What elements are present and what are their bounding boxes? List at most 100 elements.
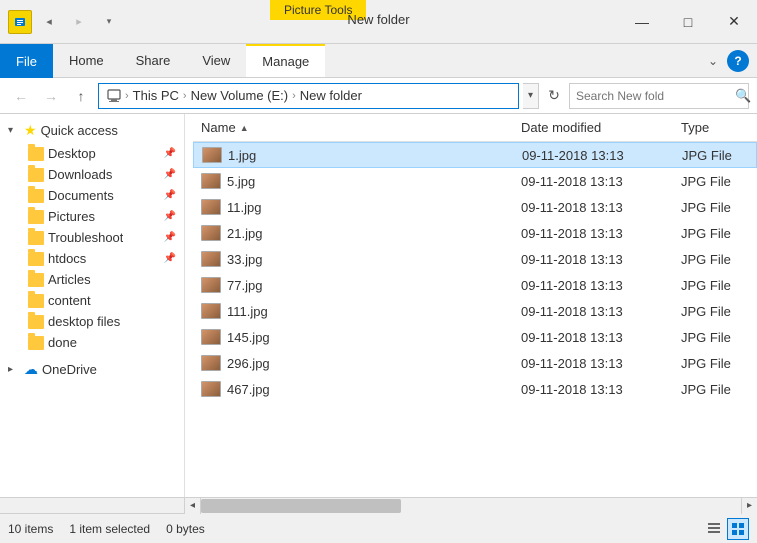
sidebar-item-content[interactable]: content — [0, 290, 184, 311]
hscroll-track[interactable] — [201, 498, 741, 514]
sidebar-item-done[interactable]: done — [0, 332, 184, 353]
details-view-button[interactable] — [703, 518, 725, 540]
table-row[interactable]: 467.jpg 09-11-2018 13:13 JPG File — [193, 376, 757, 402]
titlebar-nav-forward[interactable]: ▸ — [66, 9, 92, 35]
ribbon-tab-view[interactable]: View — [186, 44, 246, 77]
quick-access-label: Quick access — [41, 123, 118, 138]
help-button[interactable]: ? — [727, 50, 749, 72]
file-name-cell: 467.jpg — [193, 381, 513, 397]
address-bar: ← → ↑ › This PC › New Volume (E:) › New … — [0, 78, 757, 114]
horizontal-scrollbar[interactable]: ◂ ▸ — [0, 497, 757, 513]
selected-info: 1 item selected — [69, 522, 150, 536]
quick-access-icon-btn[interactable] — [8, 10, 32, 34]
ribbon-right-controls: ⌄ ? — [695, 44, 757, 77]
ribbon-tabs: Home Share View Manage — [53, 44, 695, 77]
address-path[interactable]: › This PC › New Volume (E:) › New folder — [98, 83, 519, 109]
file-list-header: Name ▲ Date modified Type — [193, 114, 757, 142]
search-box[interactable]: 🔍 — [569, 83, 749, 109]
file-type-cell: JPG File — [673, 226, 757, 241]
ribbon-tab-share[interactable]: Share — [120, 44, 187, 77]
content-folder-icon — [28, 294, 44, 308]
large-icons-view-button[interactable] — [727, 518, 749, 540]
table-row[interactable]: 296.jpg 09-11-2018 13:13 JPG File — [193, 350, 757, 376]
file-date-cell: 09-11-2018 13:13 — [514, 148, 674, 163]
sidebar-section-onedrive[interactable]: ▸ ☁ OneDrive — [0, 357, 184, 382]
documents-folder-icon — [28, 189, 44, 203]
title-bar-left: ◂ ▸ ▾ — [0, 0, 130, 43]
sidebar-resize-handle[interactable] — [185, 114, 189, 497]
downloads-label: Downloads — [48, 167, 112, 182]
file-name-cell: 21.jpg — [193, 225, 513, 241]
path-sep-0: › — [125, 90, 129, 102]
file-name-cell: 111.jpg — [193, 303, 513, 319]
table-row[interactable]: 33.jpg 09-11-2018 13:13 JPG File — [193, 246, 757, 272]
desktop-folder-icon — [28, 147, 44, 161]
sidebar-item-downloads[interactable]: Downloads 📌 — [0, 164, 184, 185]
articles-folder-icon — [28, 273, 44, 287]
hscroll-thumb[interactable] — [201, 499, 401, 513]
table-row[interactable]: 11.jpg 09-11-2018 13:13 JPG File — [193, 194, 757, 220]
sidebar-item-articles[interactable]: Articles — [0, 269, 184, 290]
maximize-button[interactable]: □ — [665, 0, 711, 44]
picture-tools-label: Picture Tools — [270, 0, 366, 20]
sidebar-section-quick-access[interactable]: ▾ ★ Quick access — [0, 118, 184, 143]
column-date[interactable]: Date modified — [513, 120, 673, 135]
column-name[interactable]: Name ▲ — [193, 120, 513, 135]
table-row[interactable]: 111.jpg 09-11-2018 13:13 JPG File — [193, 298, 757, 324]
file-thumbnail — [201, 303, 221, 319]
file-date-cell: 09-11-2018 13:13 — [513, 252, 673, 267]
sidebar: ▾ ★ Quick access Desktop 📌 Downloads 📌 D… — [0, 114, 185, 497]
table-row[interactable]: 21.jpg 09-11-2018 13:13 JPG File — [193, 220, 757, 246]
titlebar-nav-back[interactable]: ◂ — [36, 9, 62, 35]
table-row[interactable]: 77.jpg 09-11-2018 13:13 JPG File — [193, 272, 757, 298]
column-type[interactable]: Type — [673, 120, 757, 135]
ribbon-file-tab[interactable]: File — [0, 44, 53, 78]
file-name-cell: 5.jpg — [193, 173, 513, 189]
minimize-button[interactable]: — — [619, 0, 665, 44]
sidebar-item-desktop-files[interactable]: desktop files — [0, 311, 184, 332]
file-type-cell: JPG File — [674, 148, 756, 163]
file-name: 21.jpg — [227, 226, 262, 241]
sidebar-item-pictures[interactable]: Pictures 📌 — [0, 206, 184, 227]
hscroll-right-btn[interactable]: ▸ — [741, 498, 757, 514]
table-row[interactable]: 1.jpg 09-11-2018 13:13 JPG File — [193, 142, 757, 168]
ribbon-expand-btn[interactable]: ⌄ — [703, 51, 723, 71]
file-thumbnail — [201, 381, 221, 397]
item-count: 10 items — [8, 522, 53, 536]
close-button[interactable]: ✕ — [711, 0, 757, 44]
sidebar-item-htdocs[interactable]: htdocs 📌 — [0, 248, 184, 269]
sidebar-item-documents[interactable]: Documents 📌 — [0, 185, 184, 206]
path-new-volume[interactable]: New Volume (E:) — [191, 88, 289, 103]
desktop-files-folder-icon — [28, 315, 44, 329]
sidebar-item-troubleshoot[interactable]: Troubleshoot 📌 — [0, 227, 184, 248]
htdocs-folder-icon — [28, 252, 44, 266]
refresh-button[interactable]: ↻ — [543, 85, 565, 107]
hscroll-left-btn[interactable]: ◂ — [185, 498, 201, 514]
sidebar-container: ▾ ★ Quick access Desktop 📌 Downloads 📌 D… — [0, 114, 193, 497]
pictures-label: Pictures — [48, 209, 95, 224]
file-thumbnail — [201, 251, 221, 267]
ribbon-tab-manage[interactable]: Manage — [246, 44, 325, 77]
up-button[interactable]: ↑ — [68, 83, 94, 109]
name-sort-arrow: ▲ — [240, 123, 249, 133]
file-type-cell: JPG File — [673, 252, 757, 267]
address-dropdown-btn[interactable]: ▾ — [523, 83, 539, 109]
pictures-pin-icon: 📌 — [164, 211, 176, 222]
search-input[interactable] — [576, 89, 731, 103]
computer-icon — [107, 89, 121, 103]
file-name-cell: 33.jpg — [193, 251, 513, 267]
path-new-folder[interactable]: New folder — [300, 88, 362, 103]
sidebar-item-desktop[interactable]: Desktop 📌 — [0, 143, 184, 164]
table-row[interactable]: 5.jpg 09-11-2018 13:13 JPG File — [193, 168, 757, 194]
file-thumbnail — [202, 147, 222, 163]
forward-button[interactable]: → — [38, 83, 64, 109]
path-this-pc[interactable]: This PC — [133, 88, 179, 103]
ribbon-tab-home[interactable]: Home — [53, 44, 120, 77]
title-bar: ◂ ▸ ▾ Picture Tools New folder — □ ✕ — [0, 0, 757, 44]
back-button[interactable]: ← — [8, 83, 34, 109]
table-row[interactable]: 145.jpg 09-11-2018 13:13 JPG File — [193, 324, 757, 350]
title-controls: — □ ✕ — [619, 0, 757, 43]
file-date-cell: 09-11-2018 13:13 — [513, 382, 673, 397]
titlebar-dropdown[interactable]: ▾ — [96, 9, 122, 35]
file-name: 77.jpg — [227, 278, 262, 293]
